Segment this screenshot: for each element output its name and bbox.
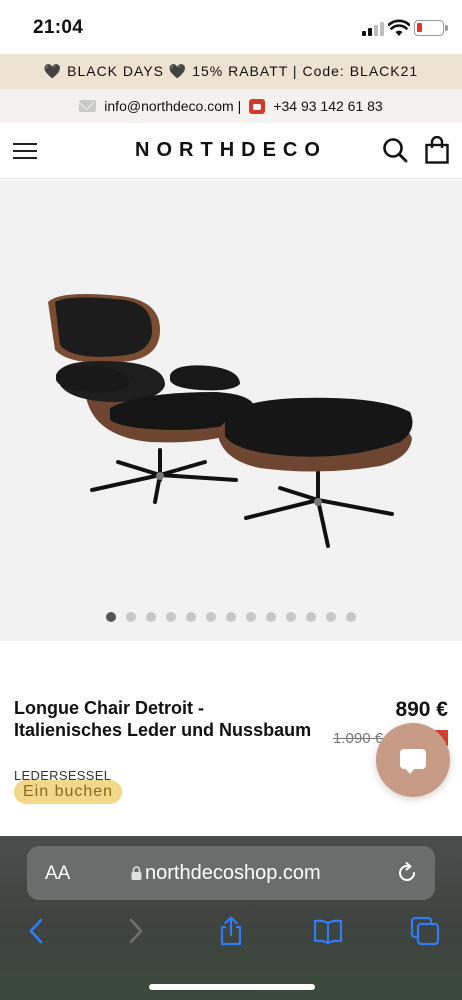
- pagination-dot[interactable]: [126, 612, 136, 622]
- pagination-dot[interactable]: [106, 612, 116, 622]
- pagination-dot[interactable]: [306, 612, 316, 622]
- reader-settings-button[interactable]: AA: [45, 863, 70, 885]
- contact-separator: |: [237, 98, 242, 114]
- product-gallery[interactable]: [0, 180, 462, 641]
- product-price: 890 €: [395, 698, 448, 721]
- pagination-dot[interactable]: [166, 612, 176, 622]
- browser-toolbar: AA northdecoshop.com: [0, 836, 462, 1000]
- search-icon[interactable]: [382, 137, 408, 163]
- gallery-pagination[interactable]: [0, 612, 462, 624]
- address-bar[interactable]: AA northdecoshop.com: [27, 846, 435, 900]
- mail-icon: [79, 100, 97, 112]
- pagination-dot[interactable]: [346, 612, 356, 622]
- phone-icon: [249, 98, 266, 114]
- pagination-dot[interactable]: [266, 612, 276, 622]
- pagination-dot[interactable]: [286, 612, 296, 622]
- bookmarks-icon[interactable]: [313, 916, 343, 946]
- pagination-dot[interactable]: [186, 612, 196, 622]
- wifi-icon: [388, 19, 410, 36]
- product-title: Longue Chair Detroit - Italienisches Led…: [14, 698, 312, 740]
- product-image: [48, 294, 413, 548]
- book-badge[interactable]: Ein buchen: [14, 780, 123, 804]
- chat-bubble-icon: [400, 749, 426, 774]
- shopping-bag-icon[interactable]: [425, 136, 449, 164]
- contact-email[interactable]: info@northdeco.com: [104, 98, 233, 114]
- share-icon[interactable]: [216, 916, 246, 946]
- promo-banner[interactable]: 🖤 BLACK DAYS 🖤 15% RABATT | Code: BLACK2…: [0, 54, 462, 89]
- status-time: 21:04: [33, 17, 84, 38]
- pagination-dot[interactable]: [326, 612, 336, 622]
- cellular-signal-icon: [362, 22, 384, 36]
- pagination-dot[interactable]: [206, 612, 216, 622]
- product-old-price: 1.090 €: [333, 730, 384, 747]
- tabs-icon[interactable]: [410, 916, 440, 946]
- pagination-dot[interactable]: [246, 612, 256, 622]
- back-icon[interactable]: [22, 916, 52, 946]
- contact-bar: info@northdeco.com | +34 93 142 61 83: [0, 89, 462, 123]
- contact-phone[interactable]: +34 93 142 61 83: [273, 98, 382, 114]
- site-header: NORTHDECO: [0, 123, 462, 179]
- ottoman-base: [244, 468, 394, 548]
- reload-icon[interactable]: [395, 861, 419, 885]
- status-bar: 21:04: [0, 0, 462, 54]
- forward-icon[interactable]: [120, 916, 150, 946]
- home-indicator[interactable]: [149, 984, 315, 990]
- pagination-dot[interactable]: [146, 612, 156, 622]
- battery-icon: [414, 20, 448, 36]
- chat-button[interactable]: [376, 723, 450, 797]
- pagination-dot[interactable]: [226, 612, 236, 622]
- book-badge-label: Ein buchen: [23, 783, 114, 800]
- url-text[interactable]: northdecoshop.com: [145, 862, 321, 885]
- lock-icon: [131, 866, 142, 880]
- promo-text: 🖤 BLACK DAYS 🖤 15% RABATT | Code: BLACK2…: [43, 63, 419, 79]
